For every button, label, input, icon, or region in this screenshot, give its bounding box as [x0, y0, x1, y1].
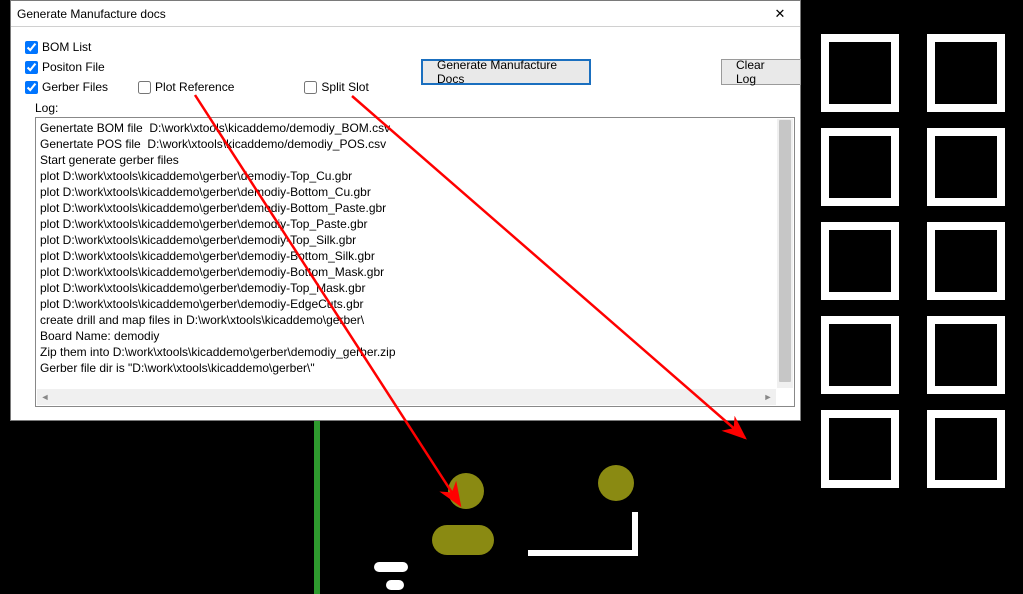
checkbox-label: Gerber Files [42, 80, 108, 94]
pcb-silk [632, 512, 638, 556]
button-label: Clear Log [736, 58, 786, 86]
checkbox-label: Split Slot [321, 80, 368, 94]
pcb-silk [386, 580, 404, 590]
checkbox-bom-list[interactable]: BOM List [25, 40, 91, 54]
clear-log-button[interactable]: Clear Log [721, 59, 801, 85]
checkbox-gerber-files[interactable]: Gerber Files [25, 80, 108, 94]
checkbox-label: Plot Reference [155, 80, 234, 94]
window-title: Generate Manufacture docs [17, 7, 166, 21]
checkbox-input[interactable] [138, 81, 151, 94]
log-content: Genertate BOM file D:\work\xtools\kicadd… [40, 120, 776, 388]
close-icon: ✕ [775, 6, 786, 22]
pcb-pad [598, 465, 634, 501]
pcb-pad [432, 525, 494, 555]
generate-button[interactable]: Generate Manufacture Docs [421, 59, 591, 85]
checkbox-input[interactable] [304, 81, 317, 94]
checkbox-plot-reference[interactable]: Plot Reference [138, 80, 234, 94]
checkbox-label: BOM List [42, 40, 91, 54]
vertical-scrollbar[interactable] [777, 119, 793, 388]
scroll-right-icon[interactable]: ► [760, 389, 776, 405]
checkbox-split-slot[interactable]: Split Slot [304, 80, 368, 94]
pcb-pad [448, 473, 484, 509]
log-label: Log: [35, 101, 58, 115]
scroll-left-icon[interactable]: ◄ [37, 389, 53, 405]
checkbox-input[interactable] [25, 81, 38, 94]
horizontal-scrollbar[interactable]: ◄ ► [37, 389, 776, 405]
checkbox-label: Positon File [42, 60, 105, 74]
close-button[interactable]: ✕ [760, 1, 800, 26]
options-panel: BOM List Positon File Gerber Files Plot … [11, 27, 800, 101]
pcb-silk [528, 550, 638, 556]
checkbox-position-file[interactable]: Positon File [25, 60, 105, 74]
checkbox-input[interactable] [25, 41, 38, 54]
pcb-trace [314, 420, 320, 594]
pcb-silk [374, 562, 408, 572]
generate-manufacture-dialog: Generate Manufacture docs ✕ BOM List Pos… [10, 0, 801, 421]
button-label: Generate Manufacture Docs [437, 58, 575, 86]
titlebar[interactable]: Generate Manufacture docs ✕ [11, 1, 800, 27]
log-textarea[interactable]: Genertate BOM file D:\work\xtools\kicadd… [35, 117, 795, 407]
scrollbar-thumb[interactable] [779, 120, 791, 382]
checkbox-input[interactable] [25, 61, 38, 74]
pcb-connector [821, 34, 1005, 504]
